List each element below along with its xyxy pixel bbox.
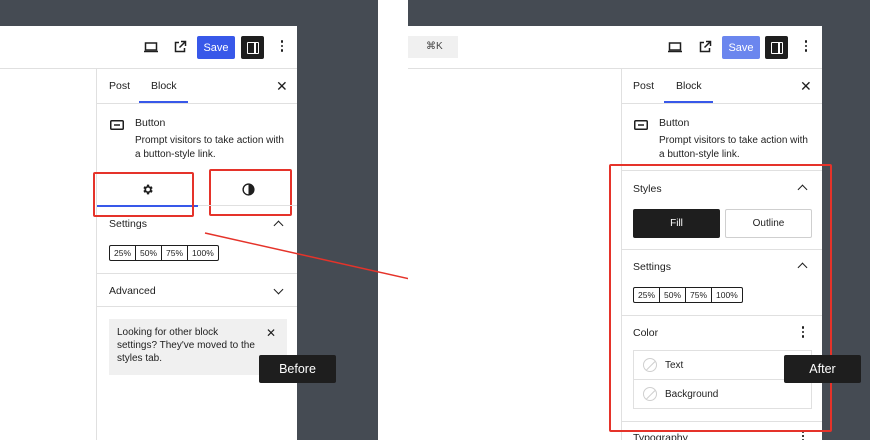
laptop-icon[interactable]: [667, 40, 683, 54]
tab-post-after[interactable]: Post: [633, 80, 654, 92]
button-block-icon: [634, 117, 648, 130]
tab-block-after[interactable]: Block: [676, 80, 702, 92]
tabs-divider-after: [622, 103, 822, 104]
sidebar-toggle-icon: [770, 41, 783, 54]
close-icon[interactable]: ✕: [800, 79, 812, 93]
block-name-after: Button: [659, 117, 690, 129]
highlight-styles-section: [609, 164, 832, 432]
save-button-after[interactable]: Save: [722, 36, 760, 59]
block-description-line1-after: Prompt visitors to take action with: [659, 135, 808, 146]
typography-panel-title[interactable]: Typography: [633, 432, 688, 440]
after-label: After: [784, 355, 861, 383]
toolbar-divider-after: [408, 68, 822, 69]
block-description-line2-after: a button-style link.: [659, 149, 740, 160]
sidebar-toggle-button-after[interactable]: [765, 36, 788, 59]
command-shortcut: ⌘K: [426, 41, 443, 52]
external-link-icon[interactable]: [697, 39, 713, 55]
more-vertical-icon[interactable]: [803, 40, 809, 54]
typography-options-icon[interactable]: [800, 432, 806, 440]
